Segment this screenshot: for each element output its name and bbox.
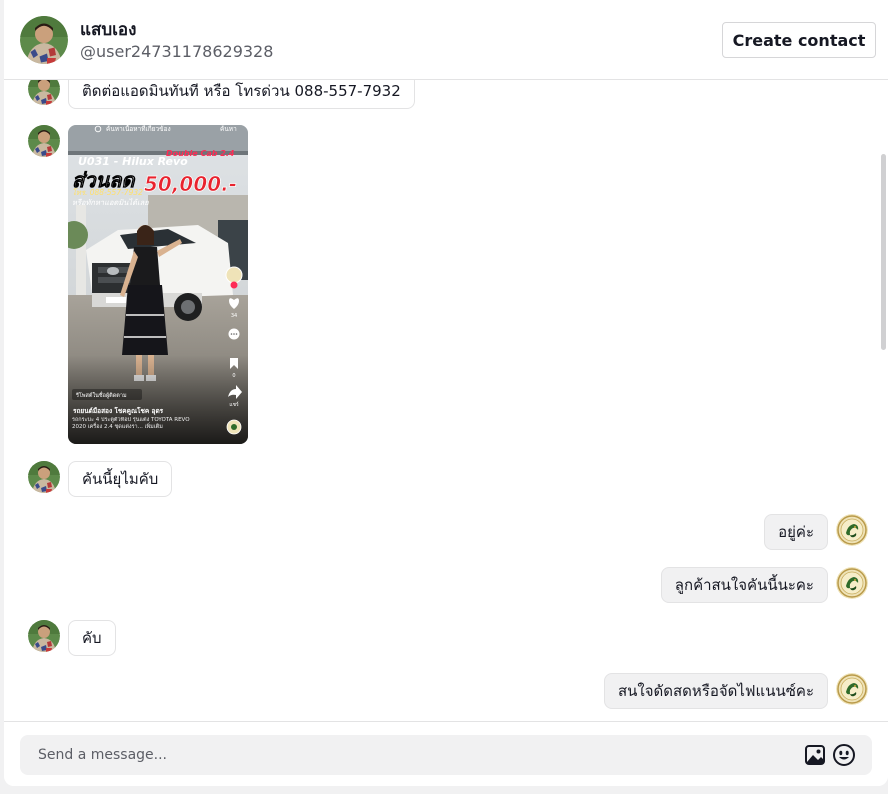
chat-panel: แสบเอง @user24731178629328 Create contac… [4, 0, 888, 786]
emoji-icon[interactable] [832, 743, 856, 767]
image-icon[interactable] [804, 744, 826, 766]
video-creator-avatar [225, 266, 243, 284]
message-bubble-incoming: ติดต่อแอดมินทันที หรือ โทรด่วน 088-557-7… [68, 80, 415, 109]
contact-avatar[interactable] [28, 80, 60, 105]
message-bubble-incoming: คันนี้ยุไมคับ [68, 461, 173, 497]
message-composer [20, 735, 872, 775]
message-list[interactable]: ติดต่อแอดมินทันที หรือ โทรด่วน 088-557-7… [4, 80, 888, 721]
video-search-button: ค้นหา [220, 125, 237, 133]
avatar[interactable] [20, 16, 68, 64]
message-bubble-outgoing: สนใจดัดสดหรือจัดไฟแนนซ์คะ [604, 673, 828, 709]
contact-avatar[interactable] [28, 620, 60, 652]
video-search-text: ค้นหาเนื้อหาที่เกี่ยวข้อง [106, 125, 171, 133]
message-scrollbar[interactable] [881, 154, 886, 350]
my-avatar[interactable] [836, 673, 868, 705]
video-phone-sub: หรือทักหาแอดมินได้เลย [72, 198, 149, 207]
video-account-name: รถยนต์มือสอง โชคคูณโชค อุดร [73, 406, 164, 416]
message-bubble-outgoing: ลูกค้าสนใจคันนี้นะคะ [660, 567, 828, 603]
contact-handle: @user24731178629328 [80, 42, 274, 61]
contact-avatar[interactable] [28, 461, 60, 493]
message-input[interactable] [38, 735, 778, 775]
create-contact-button[interactable]: Create contact [722, 22, 876, 58]
video-share-label: แชร์ [229, 401, 239, 408]
video-discount-value: 50,000.- [144, 172, 237, 196]
shared-video-card[interactable]: ค้นหาเนื้อหาที่เกี่ยวข้อง ค้นหา U031 - H… [68, 125, 248, 444]
video-like-count: 34 [231, 313, 237, 319]
video-caption: รถกระบะ 4 ประตูตัวท็อป รุ่นแต่ง TOYOTA R… [72, 417, 190, 430]
video-code-highlight: Double Cab 2.4 [166, 149, 235, 158]
message-bubble-incoming: คับ [68, 620, 116, 656]
message-bubble-outgoing: อยู่ค่ะ [764, 514, 828, 550]
video-save-count: 0 [232, 373, 235, 379]
contact-avatar[interactable] [28, 125, 60, 157]
my-avatar[interactable] [836, 514, 868, 546]
my-avatar[interactable] [836, 567, 868, 599]
video-repost-tag: รีโพสต์ในชื่อผู้ติดตาม [75, 391, 127, 399]
contact-name: แสบเอง [80, 20, 137, 40]
chat-header: แสบเอง @user24731178629328 Create contac… [4, 0, 888, 80]
video-phone: โทร. 088-557-7932 [72, 188, 143, 197]
composer-bar [4, 721, 888, 786]
